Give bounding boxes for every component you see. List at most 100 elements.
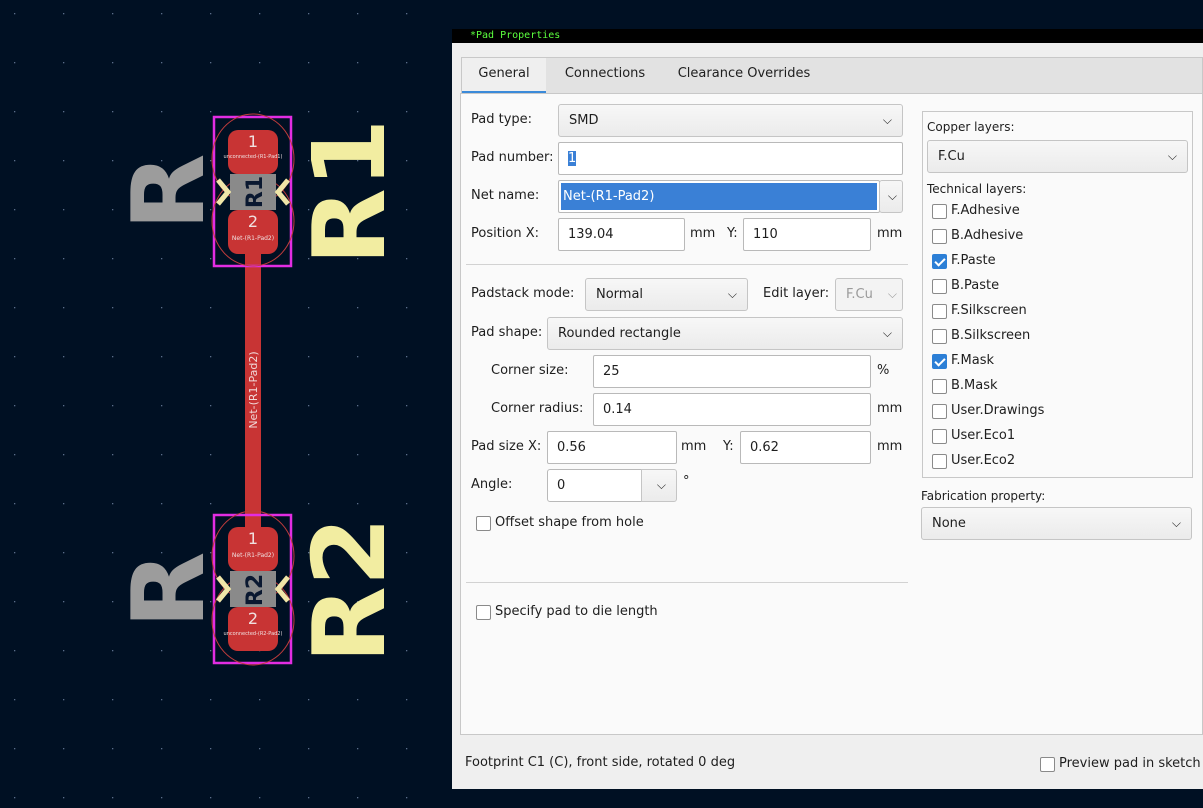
chevron-down-icon: ⌵	[882, 326, 892, 340]
tab-clearance-overrides[interactable]: Clearance Overrides	[670, 58, 818, 94]
footprint-status: Footprint C1 (C), front side, rotated 0 …	[465, 755, 736, 770]
position-x-label: Position X:	[471, 226, 540, 241]
offset-shape-label: Offset shape from hole	[495, 515, 644, 530]
die-length-label: Specify pad to die length	[495, 604, 658, 619]
layer-label: User.Drawings	[951, 403, 1045, 418]
corner-size-label: Corner size:	[491, 363, 569, 378]
pad-size-x-input[interactable]: 0.56	[547, 431, 677, 464]
value-text: R	[110, 153, 227, 230]
corner-radius-label: Corner radius:	[491, 401, 584, 416]
layer-checkbox-b-adhesive[interactable]	[932, 229, 947, 244]
pad-2-net: unconnected-(R2-Pad2)	[224, 631, 283, 637]
silk-reference: R2	[291, 517, 408, 664]
pcb-canvas[interactable]: Net-(R1-Pad2) 1 unconnected-(R1-Pad1) 2 …	[0, 0, 452, 808]
corner-size-input[interactable]: 25	[593, 355, 871, 388]
layer-label: B.Paste	[951, 278, 1000, 293]
position-y-input[interactable]: 110	[743, 218, 871, 251]
layer-label: B.Adhesive	[951, 228, 1024, 243]
fabrication-property-label: Fabrication property:	[921, 489, 1046, 503]
layer-label: F.Silkscreen	[951, 303, 1027, 318]
pad-number-input[interactable]: 1	[558, 142, 903, 175]
net-name-combo[interactable]: Net-(R1-Pad2)	[558, 180, 880, 213]
silk-reference: R1	[291, 119, 408, 266]
pad-size-x-label: Pad size X:	[471, 439, 542, 454]
dialog-title: *Pad Properties	[470, 30, 561, 41]
separator	[466, 582, 908, 583]
pad-1-number: 1	[248, 132, 258, 151]
corner-radius-input[interactable]: 0.14	[593, 393, 871, 426]
tab-connections[interactable]: Connections	[555, 58, 655, 94]
dialog-footer: Footprint C1 (C), front side, rotated 0 …	[452, 745, 1203, 789]
pad-shape-value: Rounded rectangle	[558, 326, 681, 341]
layer-label: F.Mask	[951, 353, 995, 368]
net-name-label: Net name:	[471, 188, 540, 203]
layer-checkbox-b-silkscreen[interactable]	[932, 329, 947, 344]
chevron-down-icon: ⌵	[656, 478, 666, 492]
offset-shape-checkbox[interactable]	[476, 516, 491, 531]
layer-label: B.Mask	[951, 378, 998, 393]
corner-radius-unit: mm	[877, 401, 903, 416]
pad-2-number: 2	[248, 609, 258, 628]
edit-layer-select[interactable]: F.Cu ⌵	[835, 278, 903, 311]
preview-pad-checkbox[interactable]	[1040, 757, 1055, 772]
chevron-down-icon: ⌵	[882, 113, 892, 127]
pad-2-number: 2	[248, 212, 258, 231]
pad-type-value: SMD	[569, 113, 599, 128]
angle-unit: °	[683, 474, 690, 489]
separator	[466, 264, 908, 265]
layer-checkbox-f-paste[interactable]	[932, 254, 947, 269]
padstack-mode-select[interactable]: Normal ⌵	[585, 278, 748, 311]
copper-layers-value: F.Cu	[938, 149, 965, 164]
fab-reference: R2	[243, 574, 268, 606]
layer-checkbox-b-paste[interactable]	[932, 279, 947, 294]
layer-label: User.Eco2	[951, 453, 1016, 468]
fabrication-property-select[interactable]: None ⌵	[921, 507, 1192, 540]
dialog-title-bar[interactable]: *Pad Properties	[452, 29, 1203, 43]
edit-layer-label: Edit layer:	[763, 286, 830, 301]
pad-1-net: Net-(R1-Pad2)	[232, 552, 274, 559]
pad-size-y-label: Y:	[723, 439, 734, 454]
angle-label: Angle:	[471, 477, 513, 492]
layer-label: User.Eco1	[951, 428, 1016, 443]
die-length-checkbox[interactable]	[476, 605, 491, 620]
corner-size-unit: %	[877, 363, 890, 378]
pad-number-value: 1	[568, 151, 577, 166]
pad-type-label: Pad type:	[471, 112, 533, 127]
value-text: R	[110, 551, 227, 628]
pad-shape-select[interactable]: Rounded rectangle ⌵	[547, 317, 903, 350]
position-x-input[interactable]: 139.04	[558, 218, 685, 251]
technical-layers-label: Technical layers:	[927, 182, 1027, 196]
position-y-label: Y:	[727, 226, 738, 241]
padstack-mode-label: Padstack mode:	[471, 286, 575, 301]
chevron-down-icon: ⌵	[1167, 149, 1177, 163]
fab-reference: R1	[243, 176, 268, 208]
chevron-down-icon: ⌵	[1171, 516, 1181, 530]
pad-size-y-input[interactable]: 0.62	[740, 431, 871, 464]
layer-checkbox-f-mask[interactable]	[932, 354, 947, 369]
layer-checkbox-f-silkscreen[interactable]	[932, 304, 947, 319]
layer-label: B.Silkscreen	[951, 328, 1031, 343]
layer-checkbox-user-eco1[interactable]	[932, 429, 947, 444]
track-net-label: Net-(R1-Pad2)	[247, 351, 260, 428]
pad-1-number: 1	[248, 529, 258, 548]
pad-size-x-unit: mm	[681, 439, 707, 454]
tab-general[interactable]: General	[462, 58, 546, 94]
net-name-dropdown-button[interactable]: ⌵	[879, 180, 903, 213]
layer-checkbox-b-mask[interactable]	[932, 379, 947, 394]
copper-layers-select[interactable]: F.Cu ⌵	[927, 140, 1188, 173]
angle-dropdown-button[interactable]: ⌵	[641, 469, 677, 502]
angle-input[interactable]: 0	[547, 469, 642, 502]
preview-pad-label: Preview pad in sketch	[1059, 756, 1201, 771]
layer-checkbox-user-eco2[interactable]	[932, 454, 947, 469]
chevron-down-icon: ⌵	[727, 287, 737, 301]
net-name-value: Net-(R1-Pad2)	[561, 183, 877, 210]
pad-type-select[interactable]: SMD ⌵	[558, 104, 903, 137]
position-x-unit: mm	[690, 226, 716, 241]
pad-size-y-unit: mm	[877, 439, 903, 454]
fabrication-property-value: None	[932, 516, 966, 531]
layer-checkbox-f-adhesive[interactable]	[932, 204, 947, 219]
pad-shape-label: Pad shape:	[471, 325, 543, 340]
layer-label: F.Adhesive	[951, 203, 1020, 218]
pad-properties-dialog: *Pad Properties General Connections Clea…	[452, 29, 1203, 789]
layer-checkbox-user-drawings[interactable]	[932, 404, 947, 419]
